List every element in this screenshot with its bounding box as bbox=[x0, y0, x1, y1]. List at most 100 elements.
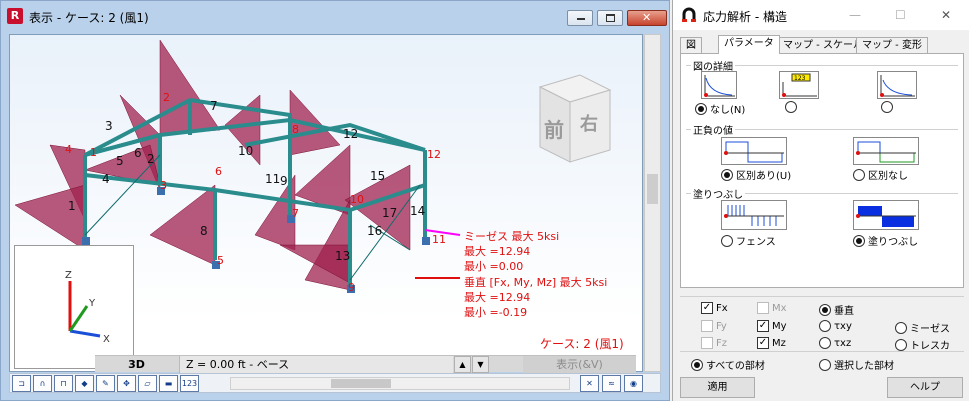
check-fy[interactable]: Fy bbox=[701, 320, 727, 332]
checkbox-icon[interactable]: ✓ bbox=[701, 302, 713, 314]
parameters-page: 図の詳細 123 なし(N) 正負の値 区別あり(U) 区別なし 塗りつぶし フ… bbox=[680, 53, 964, 288]
fill-option-solid[interactable]: 塗りつぶし bbox=[853, 233, 918, 248]
label-tool-icon[interactable]: 123 bbox=[180, 375, 199, 392]
checkbox-icon[interactable]: ✓ bbox=[757, 337, 769, 349]
radio-icon[interactable] bbox=[819, 358, 831, 371]
stress-txy[interactable]: τxy bbox=[819, 320, 852, 332]
node-label: 11 bbox=[432, 233, 446, 246]
detail-none-picture bbox=[701, 71, 737, 99]
tab-figure[interactable]: 図 bbox=[680, 37, 702, 53]
dimension-tool-3-icon[interactable]: ⊓ bbox=[54, 375, 73, 392]
option-label: 区別なし bbox=[868, 171, 908, 182]
sign-option-merged[interactable]: 区別なし bbox=[853, 167, 908, 182]
option-label: τxy bbox=[834, 320, 852, 332]
radio-icon[interactable] bbox=[853, 168, 865, 181]
stress-analysis-panel: 応力解析 - 構造 — ☐ ✕ 図 パラメータ マップ - スケール マップ -… bbox=[672, 0, 969, 401]
radio-icon[interactable] bbox=[721, 168, 733, 181]
horizontal-scrollbar[interactable] bbox=[230, 377, 570, 390]
apply-button[interactable]: 適用 bbox=[680, 377, 755, 398]
radio-icon[interactable] bbox=[853, 234, 865, 247]
group-fill-title: 塗りつぶし bbox=[691, 186, 746, 201]
node-label: 6 bbox=[215, 165, 222, 178]
detail-arrows-picture bbox=[877, 71, 917, 99]
minimize-button[interactable] bbox=[567, 10, 593, 26]
detail-option-none[interactable]: なし(N) bbox=[695, 101, 745, 116]
flat-tool-icon[interactable]: ▬ bbox=[159, 375, 178, 392]
panel-minimize-button[interactable]: — bbox=[849, 8, 861, 22]
checkbox-icon[interactable] bbox=[701, 320, 713, 332]
scope-all-members[interactable]: すべての部材 bbox=[691, 357, 765, 372]
detail-option-3[interactable] bbox=[881, 101, 893, 113]
view-titlebar[interactable]: R 表示 - ケース: 2 (風1) ✕ bbox=[1, 1, 669, 31]
member-label: 17 bbox=[382, 206, 397, 220]
fill-solid-picture bbox=[853, 200, 919, 230]
close-button[interactable]: ✕ bbox=[627, 10, 667, 26]
vertical-scrollbar[interactable] bbox=[644, 34, 661, 372]
radio-icon[interactable] bbox=[895, 338, 907, 351]
axis-minimap: Z Y X bbox=[14, 245, 134, 369]
radio-icon[interactable] bbox=[691, 358, 703, 371]
radio-icon[interactable] bbox=[819, 320, 831, 332]
member-label: 6 bbox=[134, 146, 142, 160]
group-divider bbox=[680, 351, 964, 352]
move-tool-icon[interactable]: ✥ bbox=[117, 375, 136, 392]
option-label: なし(N) bbox=[710, 105, 746, 116]
panel-titlebar[interactable]: 応力解析 - 構造 — ☐ ✕ bbox=[673, 0, 969, 30]
check-fz[interactable]: Fz bbox=[701, 337, 727, 349]
radio-icon[interactable] bbox=[819, 303, 831, 316]
panel-close-button[interactable]: ✕ bbox=[941, 8, 951, 22]
check-fx[interactable]: ✓ Fx bbox=[701, 302, 728, 314]
radio-icon[interactable] bbox=[895, 321, 907, 334]
node-label: 4 bbox=[65, 143, 72, 156]
check-mx[interactable]: Mx bbox=[757, 302, 787, 314]
view-lines-icon[interactable]: ≈ bbox=[602, 375, 621, 392]
restore-button[interactable] bbox=[597, 10, 623, 26]
scroll-thumb[interactable] bbox=[647, 174, 658, 204]
detail-option-2[interactable] bbox=[785, 101, 797, 113]
model-canvas[interactable]: 1 2 3 4 5 6 7 8 9 10 11 12 1 2 3 4 5 6 7… bbox=[9, 34, 643, 372]
stress-txz[interactable]: τxz bbox=[819, 337, 851, 349]
dimension-tool-2-icon[interactable]: ∩ bbox=[33, 375, 52, 392]
checkbox-icon[interactable] bbox=[701, 337, 713, 349]
panel-maximize-button[interactable]: ☐ bbox=[895, 8, 906, 22]
tab-parameters[interactable]: パラメータ bbox=[718, 35, 780, 54]
scope-selected-members[interactable]: 選択した部材 bbox=[819, 357, 894, 372]
z-axis-label: Z bbox=[65, 270, 72, 281]
member-label: 16 bbox=[367, 224, 382, 238]
level-up-button[interactable]: ▲ bbox=[454, 356, 471, 373]
fill-option-fence[interactable]: フェンス bbox=[721, 233, 776, 248]
show-button[interactable]: 表示(&V) bbox=[523, 356, 636, 373]
radio-icon[interactable] bbox=[721, 234, 733, 247]
check-my[interactable]: ✓ My bbox=[757, 320, 787, 332]
z-level-field[interactable]: Z = 0.00 ft - ベース bbox=[179, 356, 453, 373]
restore-icon bbox=[606, 14, 615, 22]
mises-legend: ミーゼス 最大 5ksi 最大 =12.94 最小 =0.00 bbox=[464, 229, 559, 274]
stress-tresca[interactable]: トレスカ bbox=[895, 337, 950, 352]
plane-tool-icon[interactable]: ▱ bbox=[138, 375, 157, 392]
level-down-button[interactable]: ▼ bbox=[472, 356, 489, 373]
stress-normal[interactable]: 垂直 bbox=[819, 302, 854, 317]
brush-tool-icon[interactable]: ✎ bbox=[96, 375, 115, 392]
radio-icon[interactable] bbox=[695, 102, 707, 115]
eye-icon[interactable]: ◉ bbox=[624, 375, 643, 392]
view-cube[interactable]: 前 右 bbox=[530, 65, 615, 165]
dimension-tool-1-icon[interactable]: ⊐ bbox=[12, 375, 31, 392]
scroll-thumb[interactable] bbox=[331, 379, 391, 388]
tab-map-deform[interactable]: マップ - 変形 bbox=[856, 37, 928, 53]
member-label: 1 bbox=[68, 199, 76, 213]
help-button[interactable]: ヘルプ bbox=[887, 377, 963, 398]
stress-mises[interactable]: ミーゼス bbox=[895, 320, 950, 335]
cross-hatch-icon[interactable]: ✕ bbox=[580, 375, 599, 392]
check-label: Fx bbox=[716, 302, 728, 314]
checkbox-icon[interactable] bbox=[757, 302, 769, 314]
checkbox-icon[interactable]: ✓ bbox=[757, 320, 769, 332]
radio-icon[interactable] bbox=[881, 101, 893, 113]
sign-option-separate[interactable]: 区別あり(U) bbox=[721, 167, 791, 182]
check-mz[interactable]: ✓ Mz bbox=[757, 337, 786, 349]
radio-icon[interactable] bbox=[785, 101, 797, 113]
mises-min: 最小 =0.00 bbox=[464, 260, 524, 273]
radio-icon[interactable] bbox=[819, 337, 831, 349]
shape-tool-icon[interactable]: ◆ bbox=[75, 375, 94, 392]
check-label: Fz bbox=[716, 337, 728, 349]
minimize-icon bbox=[577, 18, 585, 20]
